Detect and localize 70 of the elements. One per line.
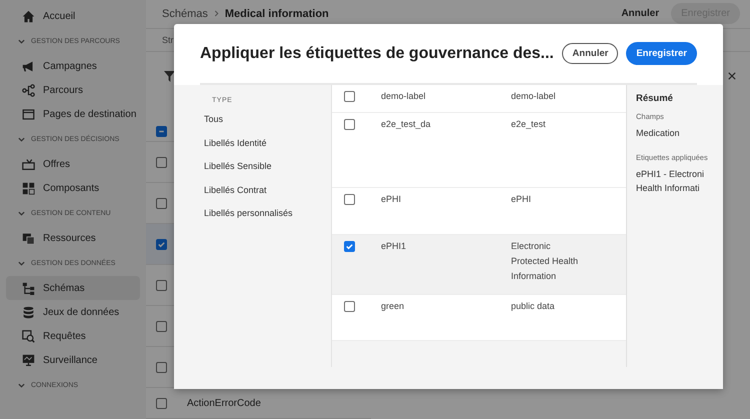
label-name: e2e_test_da bbox=[381, 119, 432, 129]
applied-label: ePHI1 - Electroni bbox=[636, 168, 706, 181]
applied-label: Health Informati bbox=[636, 182, 701, 195]
filter-item[interactable]: Tous bbox=[204, 114, 331, 138]
images-icon bbox=[22, 232, 35, 244]
nav-item[interactable]: Ressources bbox=[6, 226, 140, 250]
checkbox[interactable] bbox=[344, 119, 355, 130]
nav-item[interactable]: Jeux de données bbox=[6, 300, 140, 324]
checkbox[interactable] bbox=[344, 241, 355, 252]
database-icon bbox=[22, 306, 35, 318]
filter-item[interactable]: Libellés Identité bbox=[204, 138, 331, 161]
cancel-button[interactable]: Annuler bbox=[615, 7, 666, 20]
label-name: ePHI1 bbox=[381, 241, 408, 251]
flow-icon bbox=[22, 84, 35, 96]
nav-item[interactable]: Offres bbox=[6, 152, 140, 176]
checkbox[interactable] bbox=[344, 91, 355, 102]
field-name: ActionErrorCode bbox=[187, 398, 261, 408]
checkbox[interactable] bbox=[344, 194, 355, 205]
home-icon bbox=[22, 10, 35, 22]
checkmark-icon bbox=[157, 240, 166, 248]
chevron-icon[interactable] bbox=[18, 136, 25, 142]
checkbox[interactable] bbox=[156, 238, 167, 250]
checkbox[interactable] bbox=[344, 301, 355, 312]
chevron-icon[interactable] bbox=[18, 382, 25, 388]
label-friendly-name: public data bbox=[511, 300, 556, 313]
checkbox[interactable] bbox=[156, 320, 167, 332]
nav-item[interactable]: Pages de destination bbox=[6, 102, 140, 126]
chevron-icon[interactable] bbox=[18, 260, 25, 266]
checkbox[interactable] bbox=[156, 280, 167, 290]
query-icon bbox=[22, 330, 35, 342]
nav-item[interactable]: Requêtes bbox=[6, 324, 140, 348]
chevron-icon[interactable] bbox=[18, 210, 25, 216]
label-friendly-name: ePHI bbox=[511, 193, 532, 206]
nav-item[interactable]: Campagnes bbox=[6, 54, 140, 78]
label-friendly-name: Electronic Protected Health Information bbox=[511, 240, 580, 283]
chevron-icon bbox=[214, 10, 219, 18]
nav-item[interactable]: Composants bbox=[6, 176, 140, 200]
window-icon bbox=[22, 108, 35, 120]
nav-item[interactable]: Schémas bbox=[6, 276, 140, 300]
nav-item[interactable]: Parcours bbox=[6, 78, 140, 102]
cancel-button[interactable]: Annuler bbox=[562, 43, 618, 64]
dialog-title: Appliquer les étiquettes de gouvernance des... bbox=[200, 44, 554, 62]
checkbox[interactable] bbox=[156, 362, 167, 372]
label-name: green bbox=[381, 301, 406, 311]
checkbox[interactable] bbox=[156, 156, 167, 168]
filter-item[interactable]: Libellés personnalisés bbox=[204, 208, 331, 232]
checkbox[interactable] bbox=[156, 398, 167, 408]
monitor-icon bbox=[22, 354, 35, 366]
nav-item[interactable]: Accueil bbox=[6, 4, 140, 28]
save-button[interactable]: Enregistrer bbox=[626, 42, 697, 65]
checkmark-icon bbox=[345, 242, 354, 251]
select-all-checkbox[interactable] bbox=[156, 126, 167, 136]
breadcrumb-link[interactable]: Schémas bbox=[162, 8, 208, 20]
tab-label[interactable]: Str bbox=[162, 34, 174, 45]
checkbox[interactable] bbox=[156, 198, 167, 208]
chevron-icon[interactable] bbox=[18, 38, 25, 44]
breadcrumb-current: Medical information bbox=[224, 8, 329, 20]
field-name: Medication bbox=[636, 127, 681, 140]
nav-item[interactable]: Surveillance bbox=[6, 348, 140, 372]
filter-item[interactable]: Libellés Sensible bbox=[204, 161, 331, 184]
components-icon bbox=[22, 182, 35, 194]
label-name: ePHI bbox=[381, 194, 402, 204]
filter-item[interactable]: Libellés Contrat bbox=[204, 184, 331, 208]
label-name: demo-label bbox=[381, 91, 427, 101]
summary-title: Résumé bbox=[636, 93, 674, 104]
megaphone-icon bbox=[22, 60, 35, 72]
schema-icon bbox=[22, 282, 35, 294]
close-icon[interactable] bbox=[728, 72, 736, 80]
label-friendly-name: e2e_test bbox=[511, 118, 547, 131]
label-friendly-name: demo-label bbox=[511, 90, 557, 103]
